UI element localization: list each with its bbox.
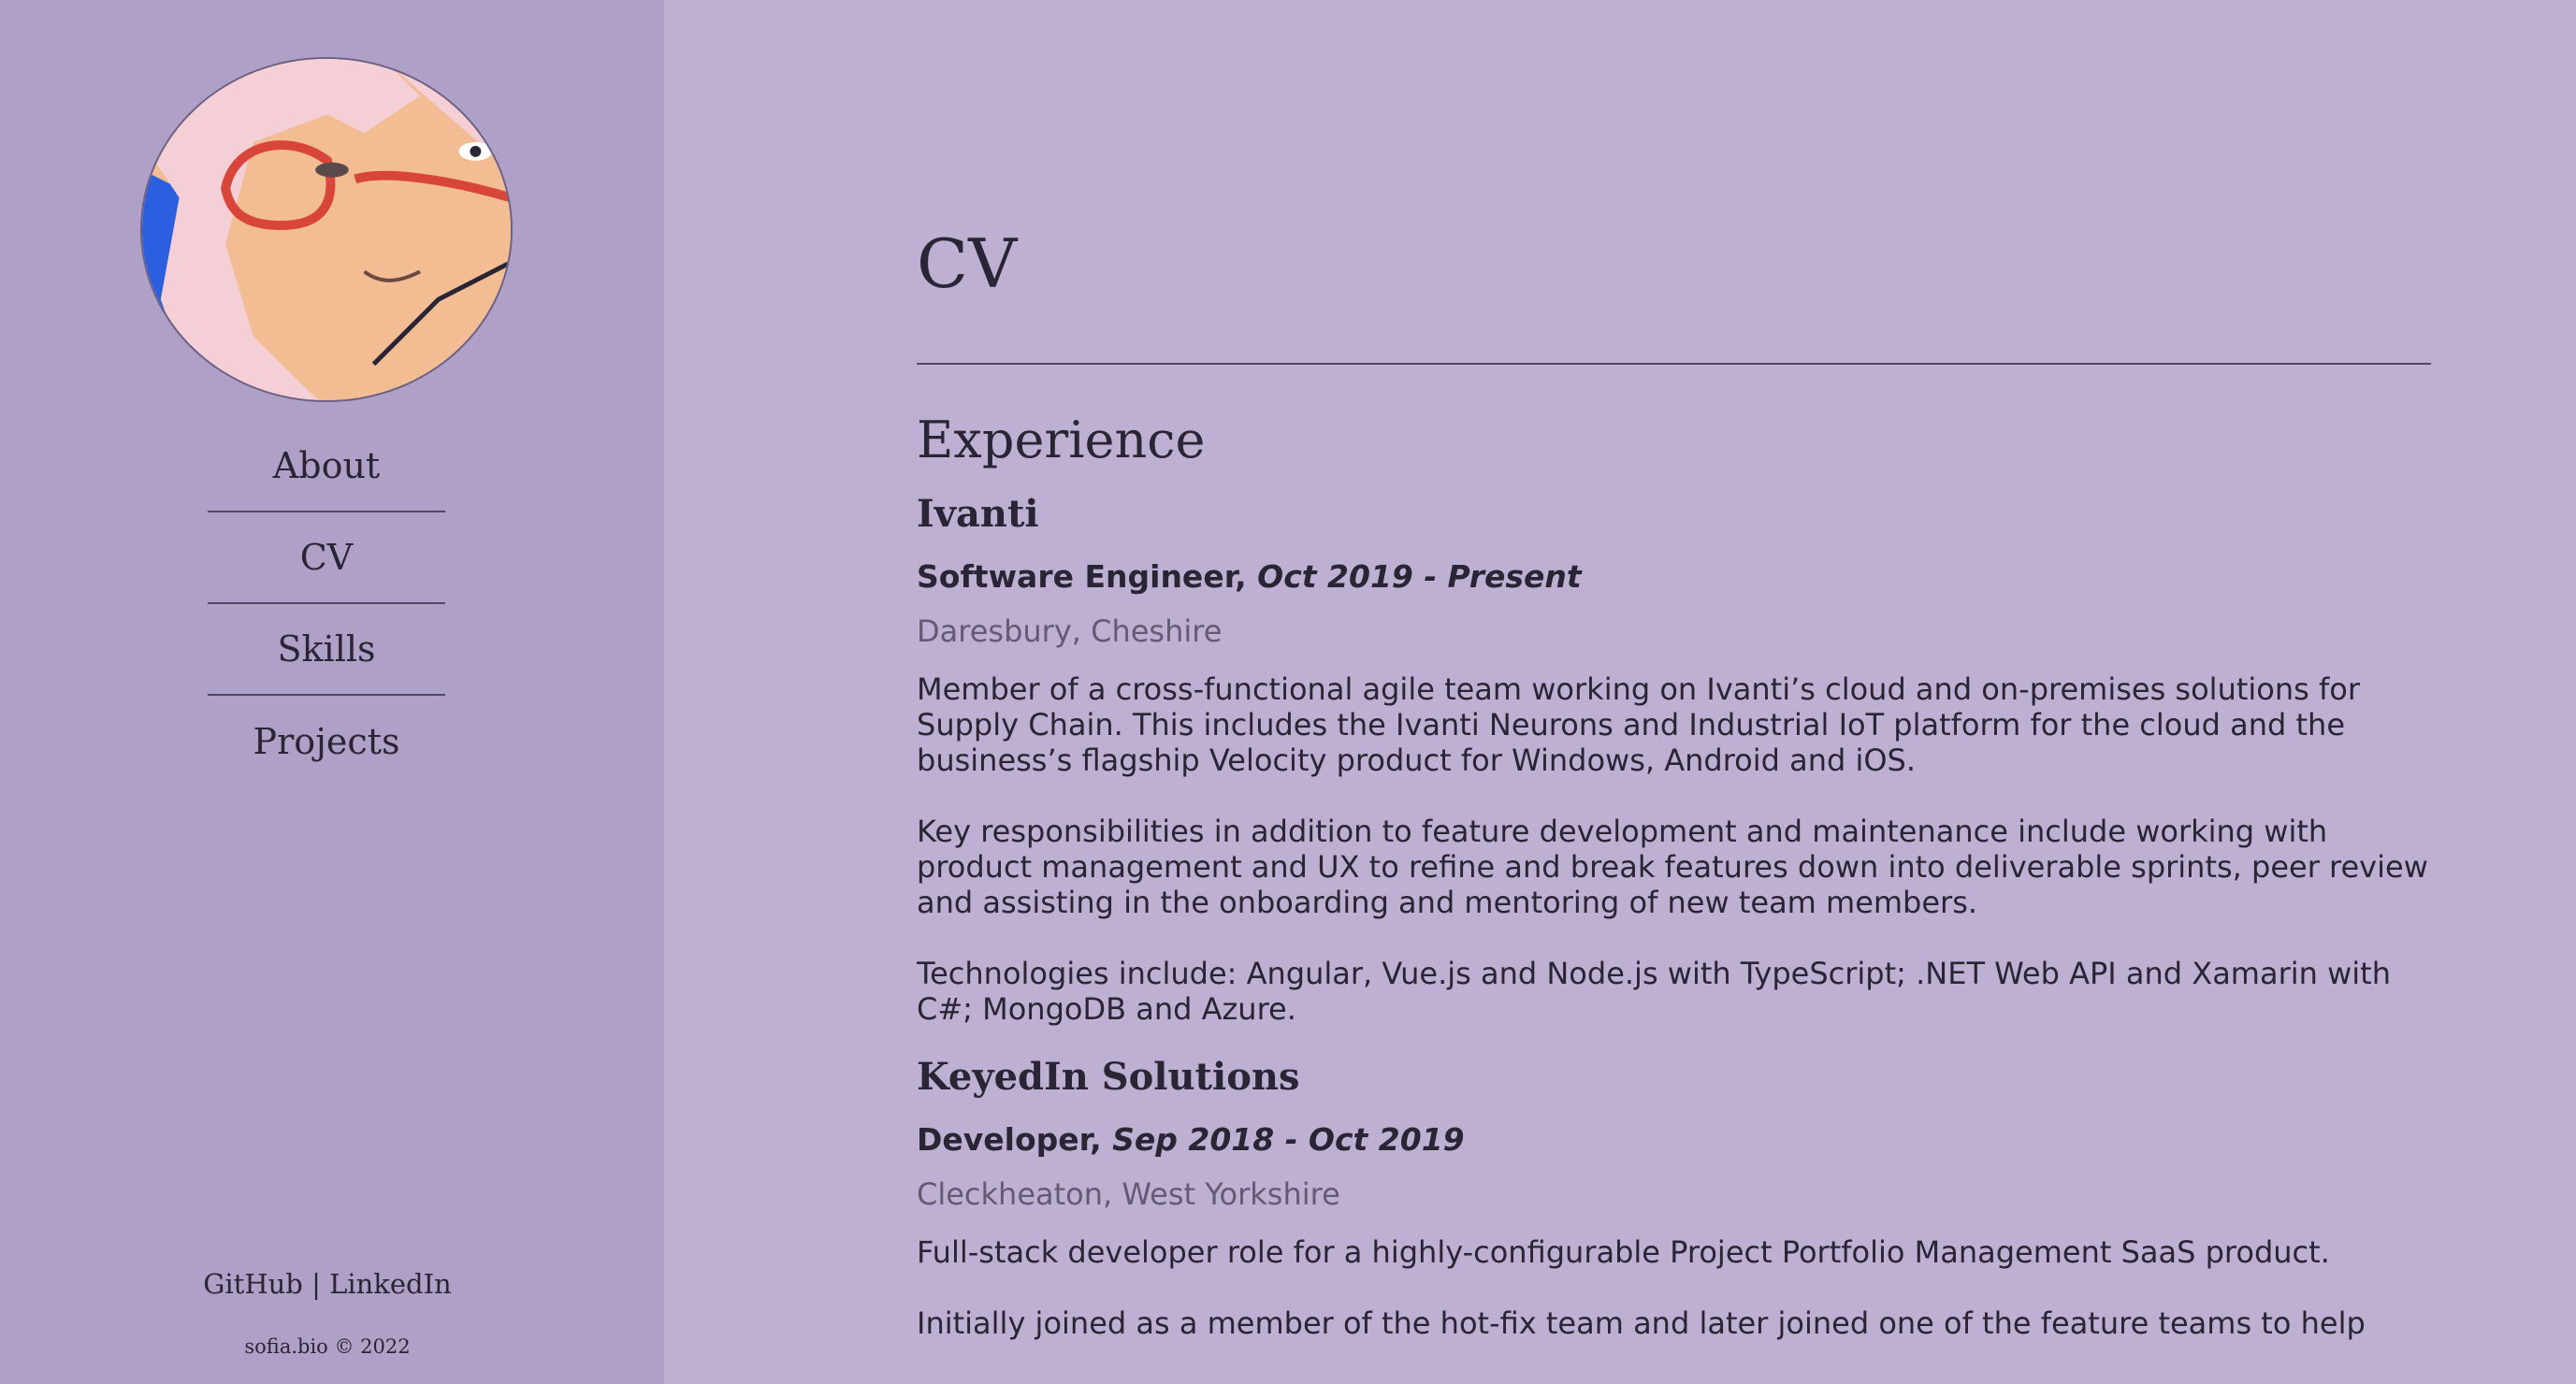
company-name: KeyedIn Solutions: [917, 1055, 1300, 1099]
nav-item-cv[interactable]: CV: [208, 512, 445, 604]
github-link[interactable]: GitHub: [203, 1268, 303, 1300]
section-title-experience: Experience: [917, 411, 1206, 469]
job-dates: Sep 2018 - Oct 2019: [1112, 1121, 1465, 1158]
job-paragraph: Initially joined as a member of the hot-…: [917, 1305, 2366, 1341]
copyright: sofia.bio © 2022: [244, 1335, 411, 1358]
job-paragraph: Technologies include: Angular, Vue.js an…: [917, 956, 2391, 1027]
company-name: Ivanti: [917, 492, 1039, 536]
footer-links: GitHub | LinkedIn: [0, 1268, 655, 1300]
main-content: CV Experience Ivanti Software Engineer, …: [917, 0, 2432, 1384]
job-dates: Oct 2019 - Present: [1257, 558, 1582, 595]
job-entry: KeyedIn Solutions Developer, Sep 2018 - …: [917, 1047, 2431, 1341]
sidebar: About CV Skills Projects GitHub | Linked…: [0, 0, 664, 1384]
job-role: Developer, Sep 2018 - Oct 2019: [917, 1115, 2431, 1165]
job-title: Software Engineer,: [917, 558, 1247, 595]
linkedin-link[interactable]: LinkedIn: [329, 1268, 452, 1300]
title-divider: [917, 363, 2431, 365]
avatar: [140, 57, 513, 402]
job-entry: Ivanti Software Engineer, Oct 2019 - Pre…: [917, 484, 2431, 1027]
job-role: Software Engineer, Oct 2019 - Present: [917, 552, 2431, 602]
job-location: Cleckheaton, West Yorkshire: [917, 1176, 1340, 1212]
footer-separator: |: [302, 1268, 330, 1300]
nav-item-about[interactable]: About: [208, 421, 445, 512]
job-paragraph: Full-stack developer role for a highly-c…: [917, 1234, 2330, 1270]
nav-item-skills[interactable]: Skills: [208, 604, 445, 696]
avatar-illustration: [142, 59, 511, 400]
job-location: Daresbury, Cheshire: [917, 613, 1223, 649]
cv-content: Experience Ivanti Software Engineer, Oct…: [917, 404, 2431, 1341]
job-title: Developer,: [917, 1121, 1102, 1158]
job-paragraph: Member of a cross-functional agile team …: [917, 671, 2360, 778]
page-title: CV: [917, 224, 1018, 303]
sidebar-nav: About CV Skills Projects: [208, 421, 445, 787]
job-paragraph: Key responsibilities in addition to feat…: [917, 814, 2428, 920]
nav-item-projects[interactable]: Projects: [208, 696, 445, 787]
